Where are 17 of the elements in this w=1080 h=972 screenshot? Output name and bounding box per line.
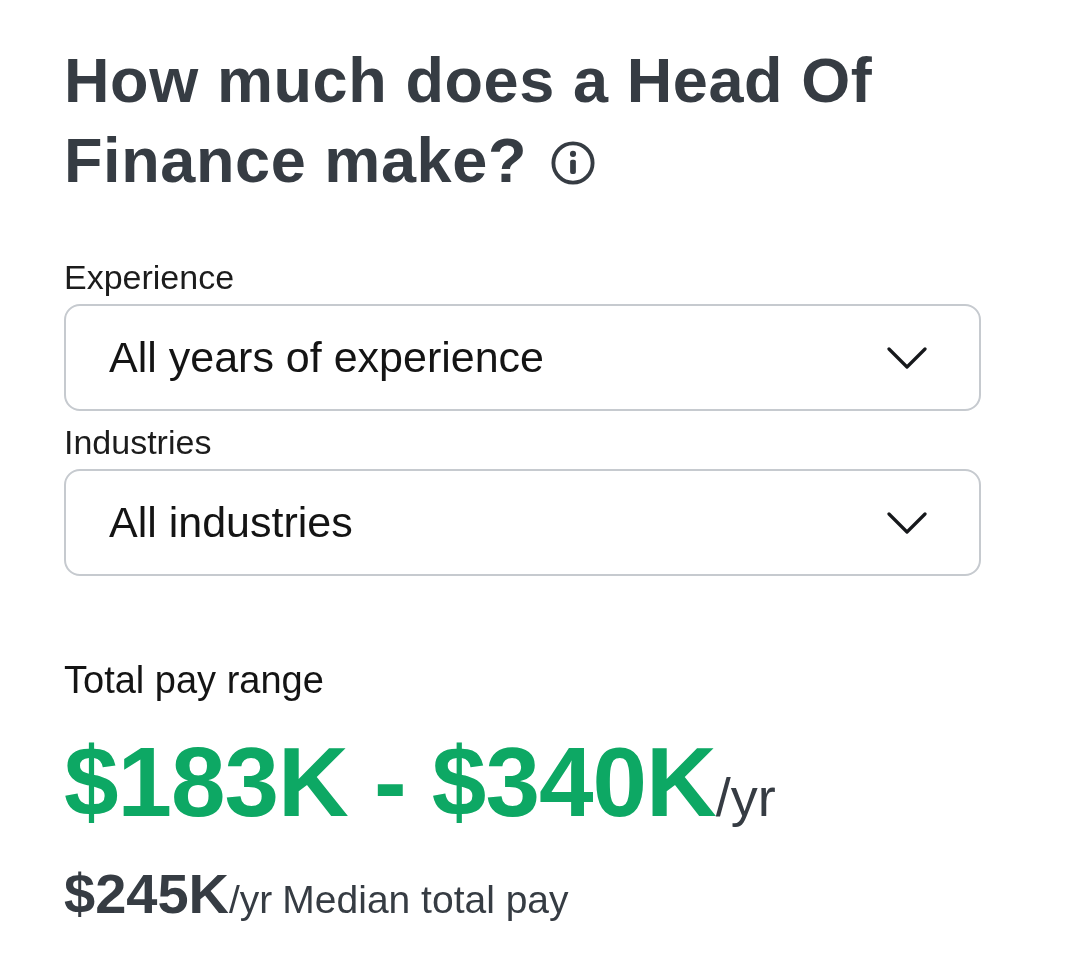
filter-dropdown[interactable]: All industries xyxy=(64,469,981,576)
filter-dropdown[interactable]: All years of experience xyxy=(64,304,981,411)
filter-label: Experience xyxy=(64,258,235,296)
page-title: Finance make? xyxy=(64,124,527,197)
median-pay-unit: /yr xyxy=(229,878,273,923)
page-title: How much does a Head Of xyxy=(64,44,873,117)
pay-range-unit: /yr xyxy=(715,767,776,829)
median-pay-label: Median total pay xyxy=(282,877,569,923)
filter-label: Industries xyxy=(64,423,212,461)
chevron-down-icon xyxy=(887,346,927,369)
pay-range-label: Total pay range xyxy=(64,658,324,702)
pay-range-value: $183K - $340K xyxy=(64,732,716,832)
dropdown-value: All industries xyxy=(109,497,353,549)
dropdown-value: All years of experience xyxy=(109,332,544,384)
info-icon[interactable] xyxy=(551,141,595,185)
chevron-down-icon xyxy=(887,511,927,534)
median-pay-value: $245K xyxy=(64,864,230,924)
